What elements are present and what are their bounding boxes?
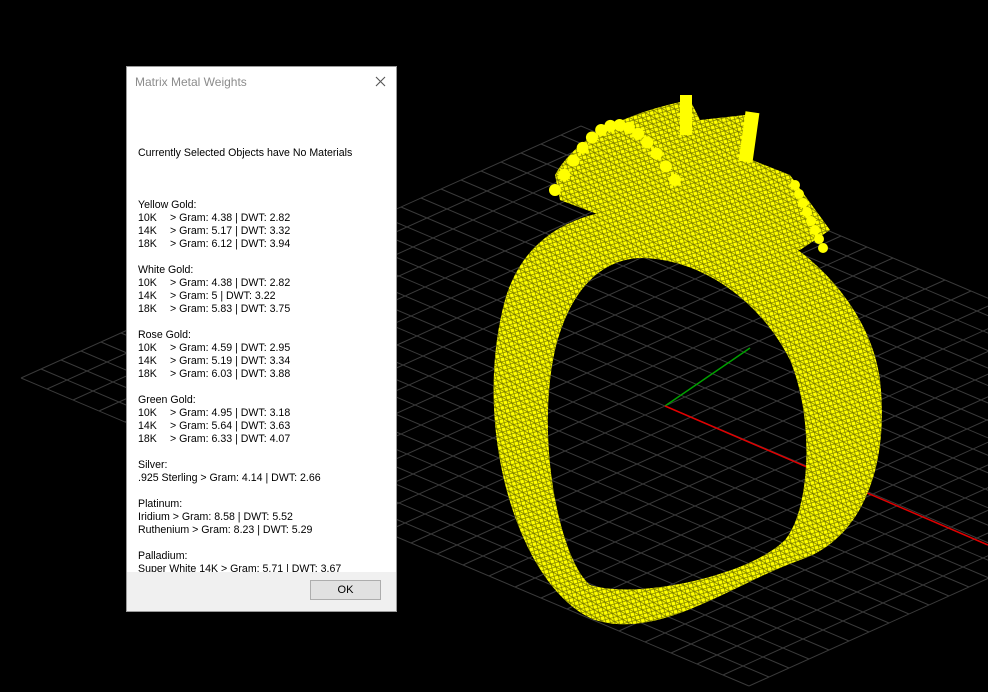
status-text: Currently Selected Objects have No Mater… — [138, 147, 353, 159]
karat-label: 14K — [138, 420, 157, 432]
ok-button[interactable]: OK — [310, 580, 381, 600]
metal-group-title: Palladium: — [138, 550, 188, 562]
weight-value: > Gram: 4.38 | DWT: 2.82 — [170, 212, 291, 224]
weight-row: 18K > Gram: 6.03 | DWT: 3.88 — [138, 368, 390, 381]
metal-groups: Yellow Gold: 10K > Gram: 4.38 | DWT: 2.82 1… — [138, 199, 390, 602]
weight-row: 18K > Gram: 6.12 | DWT: 3.94 — [138, 238, 390, 251]
weight-row: 18K > Gram: 6.33 | DWT: 4.07 — [138, 433, 390, 446]
weight-row: 10K > Gram: 4.38 | DWT: 2.82 — [138, 277, 390, 290]
weight-row: 14K > Gram: 5.64 | DWT: 3.63 — [138, 420, 390, 433]
metal-group-title: Platinum: — [138, 498, 183, 510]
dialog-title: Matrix Metal Weights — [135, 75, 247, 89]
karat-label: 18K — [138, 433, 157, 445]
metal-weights-dialog: Matrix Metal Weights Currently Selected … — [126, 66, 397, 612]
karat-label: 18K — [138, 368, 157, 380]
weight-row: 14K > Gram: 5 | DWT: 3.22 — [138, 290, 390, 303]
karat-label: 18K — [138, 238, 157, 250]
weight-value: > Gram: 5.83 | DWT: 3.75 — [170, 303, 291, 315]
karat-label: 10K — [138, 407, 157, 419]
weight-value: > Gram: 4.95 | DWT: 3.18 — [170, 407, 291, 419]
karat-label: 10K — [138, 277, 157, 289]
metal-group-title: White Gold: — [138, 264, 194, 276]
metal-group-title: Green Gold: — [138, 394, 196, 406]
metal-group-title: Yellow Gold: — [138, 199, 197, 211]
metal-group: Green Gold: 10K > Gram: 4.95 | DWT: 3.18 14… — [138, 394, 390, 446]
weight-line: .925 Sterling > Gram: 4.14 | DWT: 2.66 — [138, 472, 321, 484]
karat-label: 10K — [138, 342, 157, 354]
metal-group: Rose Gold: 10K > Gram: 4.59 | DWT: 2.95 14K… — [138, 329, 390, 381]
weight-line: Ruthenium > Gram: 8.23 | DWT: 5.29 — [138, 524, 313, 536]
weight-value: > Gram: 6.33 | DWT: 4.07 — [170, 433, 291, 445]
weight-row: 10K > Gram: 4.95 | DWT: 3.18 — [138, 407, 390, 420]
close-button[interactable] — [364, 67, 396, 95]
weight-value: > Gram: 6.12 | DWT: 3.94 — [170, 238, 291, 250]
dialog-titlebar[interactable]: Matrix Metal Weights — [127, 67, 396, 97]
metal-group-title: Rose Gold: — [138, 329, 191, 341]
karat-label: 18K — [138, 303, 157, 315]
weight-value: > Gram: 5.17 | DWT: 3.32 — [170, 225, 291, 237]
weight-row: 10K > Gram: 4.38 | DWT: 2.82 — [138, 212, 390, 225]
weight-value: > Gram: 5.19 | DWT: 3.34 — [170, 355, 291, 367]
karat-label: 14K — [138, 290, 157, 302]
metal-group: Yellow Gold: 10K > Gram: 4.38 | DWT: 2.82 1… — [138, 199, 390, 251]
weight-value: > Gram: 4.38 | DWT: 2.82 — [170, 277, 291, 289]
weight-value: > Gram: 5.64 | DWT: 3.63 — [170, 420, 291, 432]
karat-label: 14K — [138, 355, 157, 367]
metal-group: Silver: .925 Sterling > Gram: 4.14 | DWT:… — [138, 459, 390, 485]
weight-row: 14K > Gram: 5.17 | DWT: 3.32 — [138, 225, 390, 238]
weight-value: > Gram: 6.03 | DWT: 3.88 — [170, 368, 291, 380]
weight-row: 18K > Gram: 5.83 | DWT: 3.75 — [138, 303, 390, 316]
weight-line: Iridium > Gram: 8.58 | DWT: 5.52 — [138, 511, 293, 523]
metal-group: White Gold: 10K > Gram: 4.38 | DWT: 2.82 14… — [138, 264, 390, 316]
close-icon — [375, 76, 385, 86]
weight-row: 10K > Gram: 4.59 | DWT: 2.95 — [138, 342, 390, 355]
dialog-footer: OK — [127, 572, 396, 611]
weight-value: > Gram: 4.59 | DWT: 2.95 — [170, 342, 291, 354]
weight-value: > Gram: 5 | DWT: 3.22 — [170, 290, 276, 302]
metal-group: Platinum: Iridium > Gram: 8.58 | DWT: 5.5… — [138, 498, 390, 537]
metal-group-title: Silver: — [138, 459, 168, 471]
weight-row: 14K > Gram: 5.19 | DWT: 3.34 — [138, 355, 390, 368]
weights-content: Currently Selected Objects have No Mater… — [138, 121, 390, 641]
karat-label: 14K — [138, 225, 157, 237]
karat-label: 10K — [138, 212, 157, 224]
